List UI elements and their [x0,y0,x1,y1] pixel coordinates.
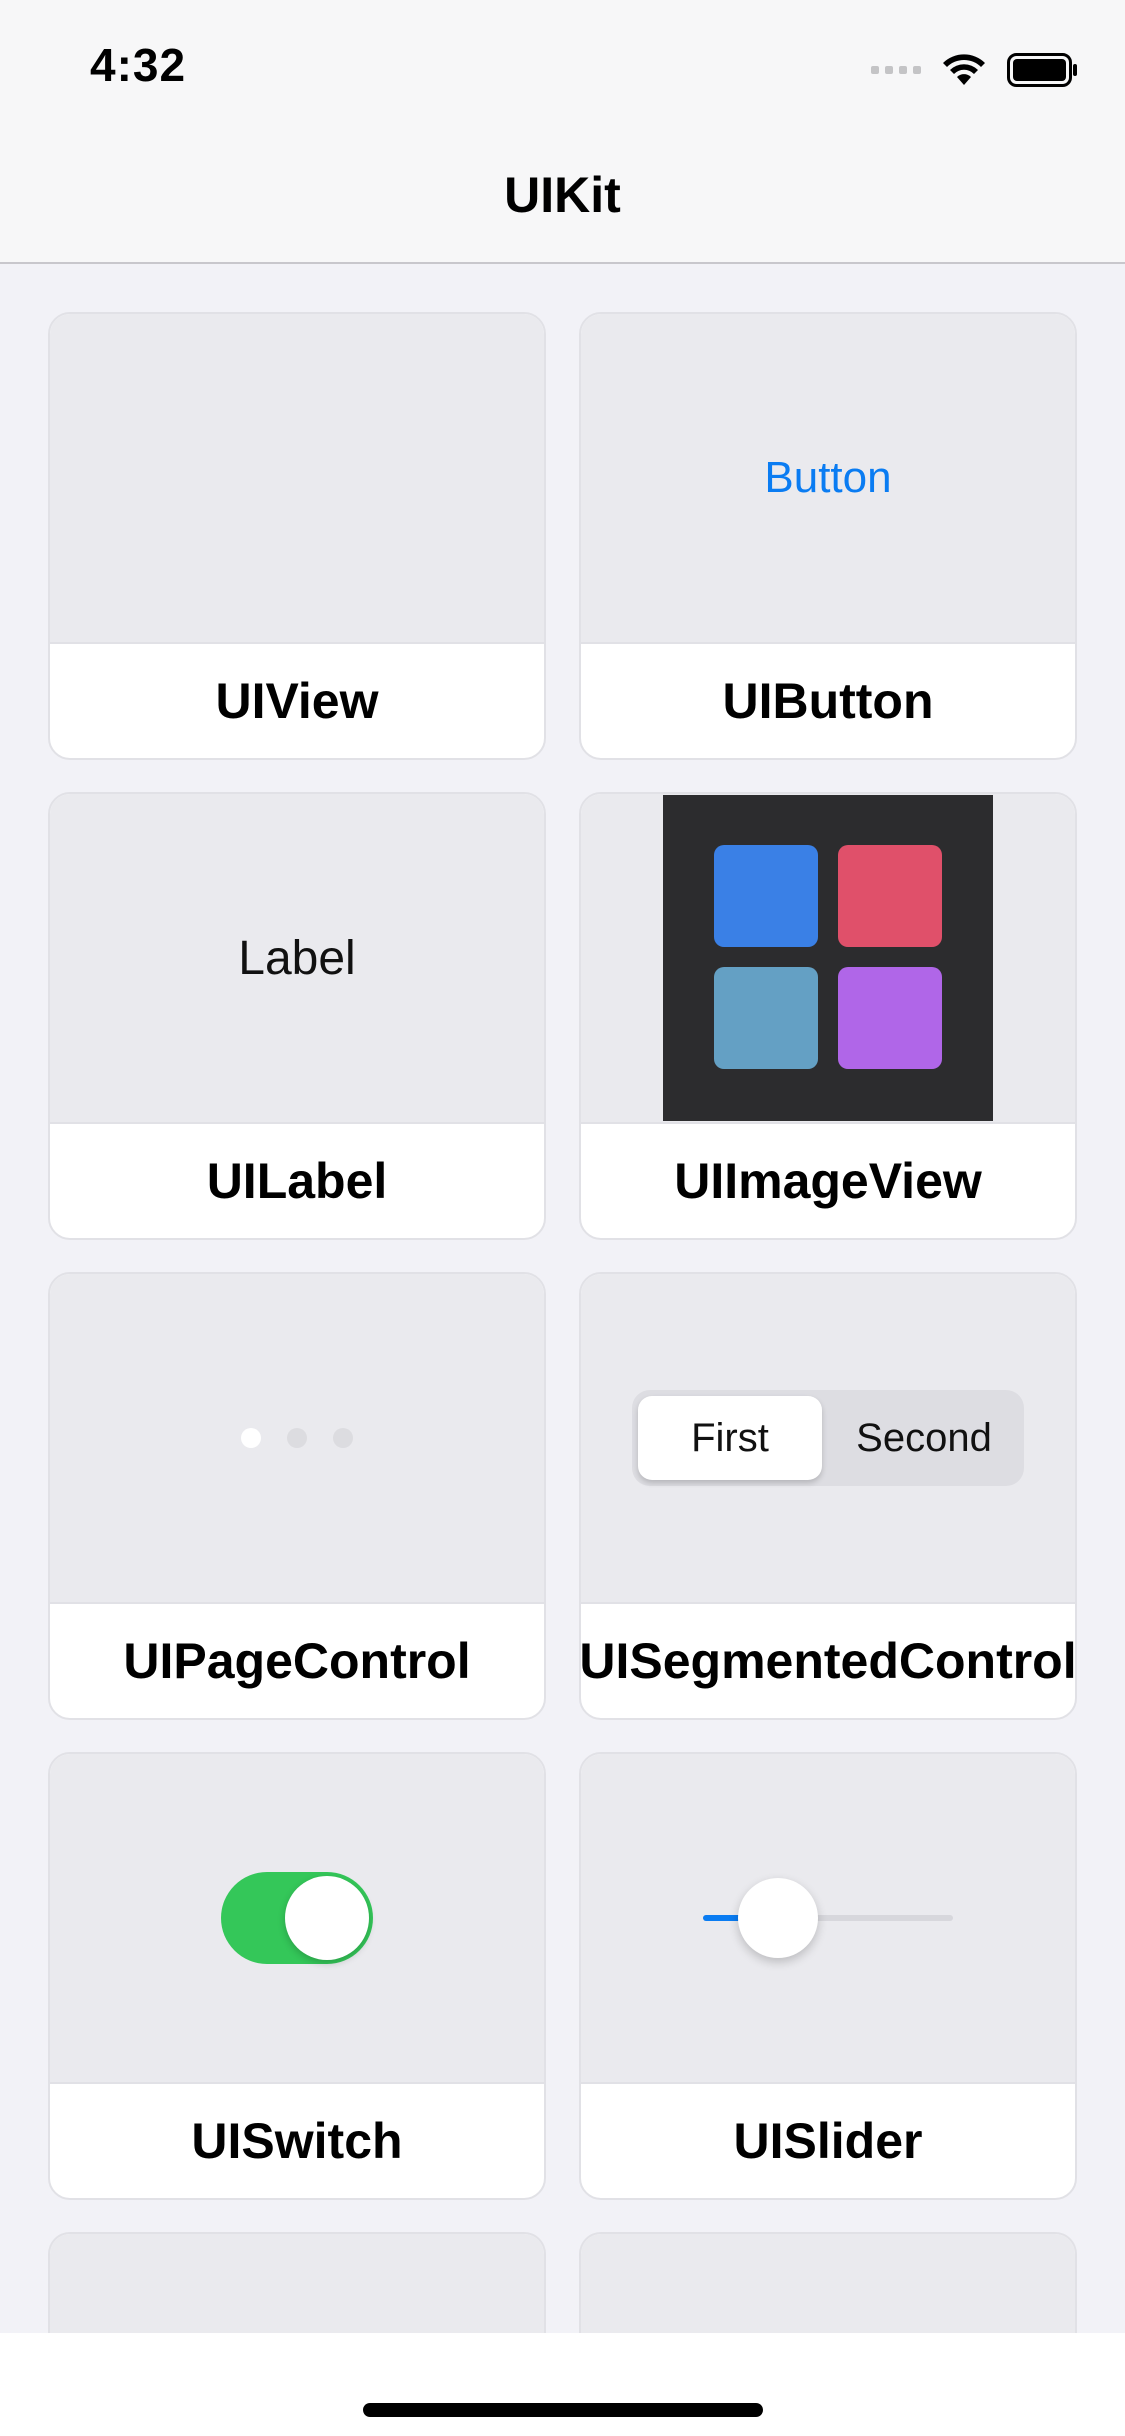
demo-switch[interactable] [221,1872,373,1964]
demo-label: Label [238,931,356,985]
page-control[interactable] [241,1428,353,1448]
signal-icon [871,66,921,74]
card-uiswitch[interactable]: UISwitch [48,1752,546,2200]
card-title: UISegmentedControl [581,1633,1075,1689]
image-tile [714,967,818,1069]
uibutton-preview: Button [581,314,1075,644]
demo-slider[interactable] [703,1878,953,1958]
card-title: UISlider [733,2113,923,2169]
card-uiimageview[interactable]: UIImageView [579,792,1077,1240]
home-indicator[interactable] [363,2403,763,2417]
page-dot[interactable] [241,1428,261,1448]
card-title: UIButton [722,673,934,729]
navigation-bar: 4:32 UIKit [0,0,1125,264]
battery-icon [1007,53,1077,87]
image-tile [714,845,818,947]
slider-thumb[interactable] [738,1878,818,1958]
card-uislider[interactable]: UISlider [579,1752,1077,2200]
demo-button[interactable]: Button [758,452,897,504]
segment-second[interactable]: Second [832,1396,1016,1480]
uiswitch-preview [50,1754,544,2084]
image-tile [838,967,942,1069]
page-dot[interactable] [287,1428,307,1448]
status-icons [871,50,1079,90]
card-uisegmentedcontrol[interactable]: First Second UISegmentedControl [579,1272,1077,1720]
segment-first[interactable]: First [638,1396,822,1480]
status-time: 4:32 [90,39,187,91]
switch-knob [285,1876,369,1960]
nav-title: UIKit [504,167,621,223]
card-uilabel[interactable]: Label UILabel [48,792,546,1240]
component-grid: UIView Button UIButton Label UILabel UII… [48,312,1077,2352]
card-uiview[interactable]: UIView [48,312,546,760]
home-indicator-area [0,2333,1125,2436]
uisegmentedcontrol-preview: First Second [581,1274,1075,1604]
wifi-icon [943,54,985,85]
page-dot[interactable] [333,1428,353,1448]
card-title: UISwitch [191,2113,403,2169]
uiimageview-preview [581,794,1075,1124]
image-tile [838,845,942,947]
app-grid-image [663,795,993,1121]
card-uipagecontrol[interactable]: UIPageControl [48,1272,546,1720]
uislider-preview [581,1754,1075,2084]
card-title: UIView [215,673,379,729]
uilabel-preview: Label [50,794,544,1124]
card-uibutton[interactable]: Button UIButton [579,312,1077,760]
uipagecontrol-preview [50,1274,544,1604]
card-title: UIPageControl [123,1633,471,1689]
uiview-preview [50,314,544,644]
card-title: UIImageView [674,1153,982,1209]
segmented-control[interactable]: First Second [632,1390,1024,1486]
card-title: UILabel [206,1153,388,1209]
